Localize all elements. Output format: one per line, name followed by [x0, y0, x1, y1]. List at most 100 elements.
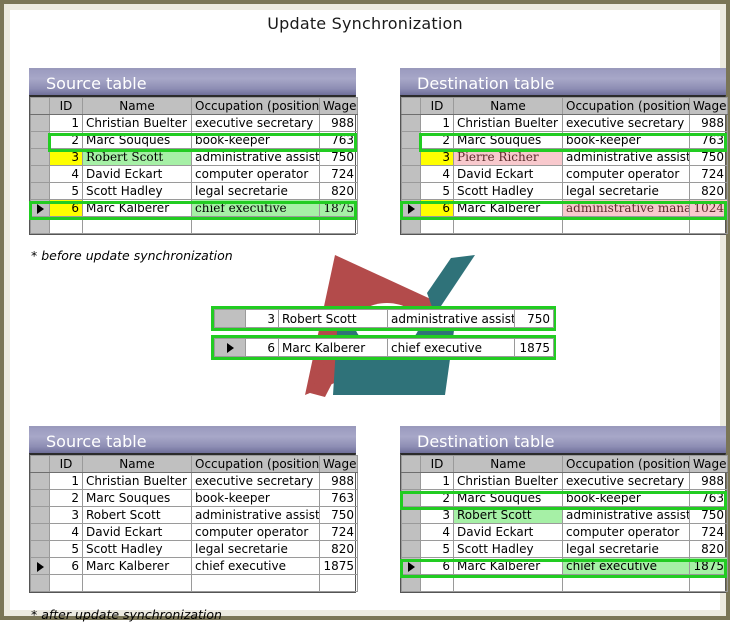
cell-wage[interactable]: 750: [319, 506, 358, 524]
cell-occupation[interactable]: chief executive: [387, 338, 515, 357]
cell-id[interactable]: [49, 216, 83, 234]
col-header-name[interactable]: Name: [453, 97, 563, 115]
cell-id[interactable]: 2: [420, 131, 454, 149]
cell-id[interactable]: 6: [420, 557, 454, 575]
cell-name[interactable]: Christian Buelter: [82, 472, 192, 490]
row-selector[interactable]: [401, 131, 421, 149]
cell-wage[interactable]: 724: [319, 165, 358, 183]
cell-name[interactable]: Christian Buelter: [453, 114, 563, 132]
cell-occupation[interactable]: legal secretarie: [191, 182, 320, 200]
row-selector[interactable]: [30, 216, 50, 234]
col-header-occupation[interactable]: Occupation (position): [191, 455, 320, 473]
col-header-wage[interactable]: Wage: [319, 455, 358, 473]
cell-wage[interactable]: 1875: [319, 557, 358, 575]
cell-id[interactable]: 3: [420, 506, 454, 524]
col-header-id[interactable]: ID: [49, 455, 83, 473]
cell-name[interactable]: Marc Souques: [453, 131, 563, 149]
cell-occupation[interactable]: [562, 574, 690, 592]
cell-occupation[interactable]: administrative assistant: [191, 148, 320, 166]
col-header-name[interactable]: Name: [82, 97, 192, 115]
row-selector[interactable]: [401, 489, 421, 507]
row-selector[interactable]: [30, 574, 50, 592]
cell-id[interactable]: 4: [49, 523, 83, 541]
cell-wage[interactable]: 750: [514, 309, 554, 328]
row-selector[interactable]: [30, 131, 50, 149]
row-selector[interactable]: [401, 165, 421, 183]
col-header-wage[interactable]: Wage: [689, 97, 728, 115]
cell-wage[interactable]: 820: [319, 182, 358, 200]
cell-occupation[interactable]: book-keeper: [191, 489, 320, 507]
cell-name[interactable]: Marc Kalberer: [453, 557, 563, 575]
cell-occupation[interactable]: book-keeper: [562, 489, 690, 507]
row-selector[interactable]: [401, 148, 421, 166]
cell-name[interactable]: David Eckart: [453, 523, 563, 541]
cell-name[interactable]: Pierre Richer: [453, 148, 563, 166]
cell-wage[interactable]: 724: [319, 523, 358, 541]
row-selector[interactable]: [30, 523, 50, 541]
cell-wage[interactable]: [319, 574, 358, 592]
col-header-occupation[interactable]: Occupation (position): [191, 97, 320, 115]
cell-wage[interactable]: 1875: [319, 199, 358, 217]
cell-wage[interactable]: 820: [689, 540, 728, 558]
cell-name[interactable]: Robert Scott: [82, 148, 192, 166]
grid-source-after[interactable]: ID Name Occupation (position) Wage 1 Chri…: [29, 453, 358, 593]
cell-name[interactable]: Scott Hadley: [453, 540, 563, 558]
select-all-corner[interactable]: [30, 455, 50, 473]
cell-id[interactable]: 6: [420, 199, 454, 217]
col-header-wage[interactable]: Wage: [689, 455, 728, 473]
cell-wage[interactable]: 820: [689, 182, 728, 200]
col-header-id[interactable]: ID: [49, 97, 83, 115]
cell-id[interactable]: 3: [245, 309, 279, 328]
cell-id[interactable]: 5: [49, 540, 83, 558]
cell-name[interactable]: Robert Scott: [453, 506, 563, 524]
cell-name[interactable]: [82, 574, 192, 592]
select-all-corner[interactable]: [401, 455, 421, 473]
row-selector[interactable]: [401, 182, 421, 200]
cell-occupation[interactable]: computer operator: [562, 523, 690, 541]
cell-wage[interactable]: 988: [689, 114, 728, 132]
cell-occupation[interactable]: executive secretary: [562, 114, 690, 132]
row-selector[interactable]: [401, 574, 421, 592]
cell-wage[interactable]: [319, 216, 358, 234]
cell-wage[interactable]: 1875: [514, 338, 554, 357]
cell-occupation[interactable]: legal secretarie: [562, 540, 690, 558]
cell-occupation[interactable]: chief executive: [191, 557, 320, 575]
cell-name[interactable]: [453, 574, 563, 592]
row-selector[interactable]: [30, 506, 50, 524]
cell-occupation[interactable]: administrative manager: [562, 199, 690, 217]
cell-name[interactable]: [453, 216, 563, 234]
cell-id[interactable]: 1: [420, 114, 454, 132]
select-all-corner[interactable]: [401, 97, 421, 115]
row-selector[interactable]: [214, 309, 246, 328]
cell-id[interactable]: 6: [245, 338, 279, 357]
row-selector[interactable]: [401, 114, 421, 132]
cell-wage[interactable]: 724: [689, 165, 728, 183]
cell-name[interactable]: Marc Souques: [82, 489, 192, 507]
row-selector[interactable]: [401, 523, 421, 541]
cell-id[interactable]: 5: [420, 182, 454, 200]
col-header-occupation[interactable]: Occupation (position): [562, 97, 690, 115]
cell-occupation[interactable]: executive secretary: [191, 114, 320, 132]
cell-id[interactable]: 3: [49, 506, 83, 524]
row-selector-current[interactable]: [401, 557, 421, 575]
row-selector[interactable]: [30, 148, 50, 166]
cell-name[interactable]: Christian Buelter: [82, 114, 192, 132]
grid-destination-before[interactable]: ID Name Occupation (position) Wage 1 Chri…: [400, 95, 728, 235]
cell-occupation[interactable]: executive secretary: [562, 472, 690, 490]
cell-wage[interactable]: 750: [319, 148, 358, 166]
cell-name[interactable]: David Eckart: [453, 165, 563, 183]
cell-wage[interactable]: 724: [689, 523, 728, 541]
cell-wage[interactable]: 763: [319, 131, 358, 149]
row-selector-current[interactable]: [401, 199, 421, 217]
cell-wage[interactable]: 750: [689, 148, 728, 166]
cell-name[interactable]: Marc Souques: [82, 131, 192, 149]
cell-occupation[interactable]: legal secretarie: [562, 182, 690, 200]
cell-wage[interactable]: 988: [689, 472, 728, 490]
cell-occupation[interactable]: chief executive: [562, 557, 690, 575]
cell-id[interactable]: [49, 574, 83, 592]
cell-name[interactable]: Robert Scott: [278, 309, 388, 328]
cell-name[interactable]: Marc Souques: [453, 489, 563, 507]
row-selector[interactable]: [30, 472, 50, 490]
cell-wage[interactable]: 1024: [689, 199, 728, 217]
cell-occupation[interactable]: [191, 216, 320, 234]
